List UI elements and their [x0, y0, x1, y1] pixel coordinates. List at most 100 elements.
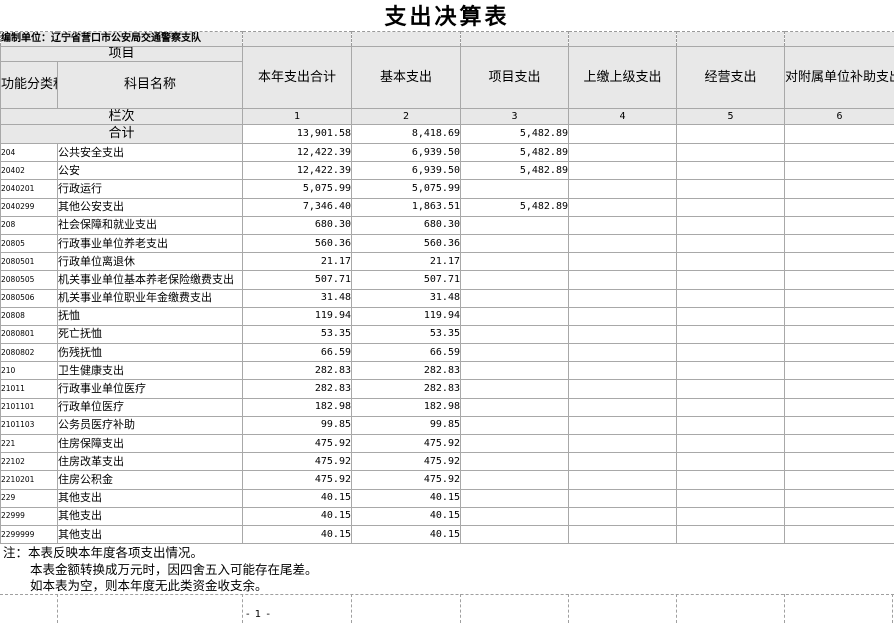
row-basic: 475.92: [351, 452, 461, 472]
row-basic: 40.15: [351, 488, 461, 508]
row-project: [460, 379, 569, 399]
row-subsidy: [784, 270, 894, 290]
table-row: 221 住房保障支出 475.92 475.92: [0, 433, 894, 454]
total-value-upper: [568, 124, 677, 144]
row-business: [676, 361, 785, 381]
row-business: [676, 324, 785, 345]
row-project: [460, 361, 569, 381]
row-business: [676, 524, 785, 545]
table-row: 2210201 住房公积金 475.92 475.92: [0, 470, 894, 490]
row-total: 475.92: [242, 433, 352, 454]
table-row: 229 其他支出 40.15 40.15: [0, 488, 894, 508]
row-business: [676, 215, 785, 235]
header-index-5: 5: [676, 108, 785, 125]
row-subsidy: [784, 215, 894, 235]
row-basic: 507.71: [351, 270, 461, 290]
row-project: [460, 470, 569, 490]
row-basic: 99.85: [351, 415, 461, 436]
row-total: 12,422.39: [242, 142, 352, 163]
row-name: 住房保障支出: [57, 433, 243, 454]
row-basic: 282.83: [351, 379, 461, 399]
row-total: 5,075.99: [242, 179, 352, 199]
row-subsidy: [784, 197, 894, 217]
table-row: 2080802 伤残抚恤 66.59 66.59: [0, 343, 894, 363]
header-col-upper: 上缴上级支出: [568, 46, 677, 109]
row-name: 其他支出: [57, 488, 243, 508]
row-code: 20402: [0, 161, 58, 181]
unit-row-cell: [242, 31, 352, 47]
row-basic: 182.98: [351, 397, 461, 417]
unit-row-cell: [351, 31, 461, 47]
unit-row-cell: [460, 31, 569, 47]
row-name: 社会保障和就业支出: [57, 215, 243, 235]
table-row: 20808 抚恤 119.94 119.94: [0, 306, 894, 326]
page-guide-line: [460, 594, 461, 623]
row-code: 2080506: [0, 288, 58, 308]
row-total: 282.83: [242, 379, 352, 399]
table-row: 2080501 行政单位离退休 21.17 21.17: [0, 252, 894, 272]
row-upper: [568, 142, 677, 163]
row-code: 20808: [0, 306, 58, 326]
total-row: 合计 13,901.58 8,418.69 5,482.89: [0, 124, 894, 144]
row-name: 机关事业单位职业年金缴费支出: [57, 288, 243, 308]
row-code: 2040299: [0, 197, 58, 217]
row-subsidy: [784, 233, 894, 254]
row-name: 卫生健康支出: [57, 361, 243, 381]
row-code: 208: [0, 215, 58, 235]
row-business: [676, 506, 785, 526]
row-subsidy: [784, 433, 894, 454]
page-guide-line: [568, 594, 569, 623]
row-upper: [568, 161, 677, 181]
row-code: 22102: [0, 452, 58, 472]
total-value-project: 5,482.89: [460, 124, 569, 144]
row-subsidy: [784, 470, 894, 490]
row-upper: [568, 233, 677, 254]
row-business: [676, 197, 785, 217]
header-index-6: 6: [784, 108, 894, 125]
total-label: 合计: [0, 124, 243, 144]
row-name: 住房公积金: [57, 470, 243, 490]
table-row: 2080505 机关事业单位基本养老保险缴费支出 507.71 507.71: [0, 270, 894, 290]
row-total: 40.15: [242, 488, 352, 508]
page-guide-line: [57, 594, 58, 623]
note-line: 如本表为空，则本年度无此类资金收支余。: [30, 578, 268, 593]
header-index-4: 4: [568, 108, 677, 125]
row-business: [676, 379, 785, 399]
row-business: [676, 288, 785, 308]
row-upper: [568, 488, 677, 508]
row-upper: [568, 306, 677, 326]
row-subsidy: [784, 397, 894, 417]
row-name: 公务员医疗补助: [57, 415, 243, 436]
header-index-row: 栏次 1 2 3 4 5 6: [0, 108, 894, 125]
row-business: [676, 270, 785, 290]
row-upper: [568, 215, 677, 235]
row-basic: 40.15: [351, 524, 461, 545]
row-upper: [568, 452, 677, 472]
page-guide-line: [0, 594, 894, 595]
note-line: 本表金额转换成万元时，因四舍五入可能存在尾差。: [30, 561, 318, 577]
row-business: [676, 452, 785, 472]
row-basic: 119.94: [351, 306, 461, 326]
header-col-basic: 基本支出: [351, 46, 461, 109]
row-subsidy: [784, 252, 894, 272]
row-name: 抚恤: [57, 306, 243, 326]
header-col-business: 经营支出: [676, 46, 785, 109]
header-col-project: 项目支出: [460, 46, 569, 109]
row-code: 2101101: [0, 397, 58, 417]
row-name: 死亡抚恤: [57, 324, 243, 345]
table-row: 21011 行政事业单位医疗 282.83 282.83: [0, 379, 894, 399]
table-row: 20805 行政事业单位养老支出 560.36 560.36: [0, 233, 894, 254]
row-upper: [568, 179, 677, 199]
table-row: 22102 住房改革支出 475.92 475.92: [0, 452, 894, 472]
row-basic: 66.59: [351, 343, 461, 363]
unit-row-cell: [784, 31, 894, 47]
row-total: 475.92: [242, 452, 352, 472]
row-project: 5,482.89: [460, 161, 569, 181]
row-basic: 6,939.50: [351, 161, 461, 181]
page-guide-line: [892, 594, 893, 623]
row-code: 229: [0, 488, 58, 508]
row-total: 119.94: [242, 306, 352, 326]
row-business: [676, 415, 785, 436]
row-code: 22999: [0, 506, 58, 526]
row-upper: [568, 252, 677, 272]
